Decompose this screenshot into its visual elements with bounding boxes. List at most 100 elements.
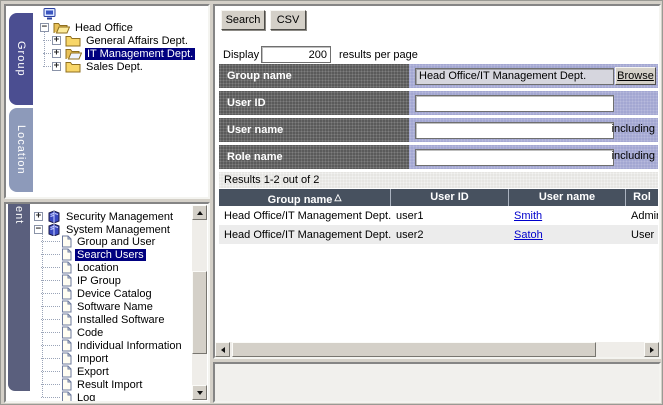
- scroll-down-button[interactable]: [192, 385, 207, 400]
- page-icon: [61, 235, 72, 248]
- status-strip-panel: [213, 362, 661, 403]
- page-icon: [61, 313, 72, 326]
- scroll-up-button[interactable]: [192, 205, 207, 220]
- page-icon: [61, 287, 72, 300]
- menu-label: Group and User: [75, 236, 157, 248]
- column-header-user-id[interactable]: User ID: [391, 189, 509, 206]
- user-name-input[interactable]: [415, 122, 614, 139]
- scroll-left-button[interactable]: [215, 342, 230, 357]
- page-icon: [61, 352, 72, 365]
- menu-label: IP Group: [75, 275, 123, 287]
- menu-item-search-users[interactable]: Search Users: [61, 248, 146, 261]
- menu-vertical-scrollbar[interactable]: [192, 205, 207, 400]
- cell-user-name: Satoh: [509, 225, 626, 244]
- triangle-up-icon: [197, 211, 203, 215]
- vertical-tab-label: ent: [13, 206, 25, 224]
- scroll-thumb[interactable]: [192, 271, 207, 354]
- table-row: Head Office/IT Management Dept. user2 Sa…: [219, 225, 658, 244]
- field-label: User ID: [219, 91, 409, 115]
- menu-label: Individual Information: [75, 340, 184, 352]
- search-button[interactable]: Search: [221, 10, 265, 30]
- menu-item-export[interactable]: Export: [61, 365, 111, 378]
- folder-open-icon: [53, 21, 70, 34]
- menu-node-security-management[interactable]: Security Management: [34, 210, 175, 223]
- tree-connector-line: [44, 29, 45, 67]
- expand-icon[interactable]: [52, 62, 61, 71]
- tree-node-sales[interactable]: Sales Dept.: [52, 60, 145, 73]
- field-value-cell: Browse: [409, 64, 658, 88]
- vertical-tab-management[interactable]: ent: [8, 204, 30, 391]
- including-label: including: [612, 150, 655, 162]
- page-icon: [61, 365, 72, 378]
- menu-label-selected: Search Users: [75, 249, 146, 261]
- menu-item-software-name[interactable]: Software Name: [61, 300, 155, 313]
- user-name-link[interactable]: Satoh: [514, 229, 543, 241]
- page-icon: [61, 248, 72, 261]
- page-icon: [61, 261, 72, 274]
- results-per-page-input[interactable]: [261, 46, 331, 63]
- tree-label: General Affairs Dept.: [84, 35, 190, 47]
- expand-icon[interactable]: [34, 212, 43, 221]
- menu-label: Import: [75, 353, 110, 365]
- tab-group-label: Group: [15, 41, 27, 77]
- table-row: Head Office/IT Management Dept. user1 Sm…: [219, 206, 658, 225]
- menu-item-log[interactable]: Log: [61, 391, 97, 403]
- triangle-down-icon: [197, 391, 203, 395]
- expand-icon[interactable]: [52, 49, 61, 58]
- menu-item-individual-information[interactable]: Individual Information: [61, 339, 184, 352]
- browse-button[interactable]: Browse: [615, 67, 656, 85]
- cell-group-name: Head Office/IT Management Dept.: [219, 206, 391, 225]
- menu-item-ip-group[interactable]: IP Group: [61, 274, 123, 287]
- column-header-role[interactable]: Rol: [626, 189, 658, 206]
- column-header-user-name[interactable]: User name: [509, 189, 626, 206]
- page-icon: [61, 274, 72, 287]
- scroll-thumb[interactable]: [232, 342, 596, 357]
- form-row-role-name: Role name including: [219, 145, 658, 169]
- column-header-group-name[interactable]: Group name△: [219, 189, 391, 206]
- menu-item-location[interactable]: Location: [61, 261, 121, 274]
- triangle-right-icon: [650, 347, 654, 353]
- collapse-icon[interactable]: [34, 225, 43, 234]
- management-book-icon: [47, 210, 61, 223]
- menu-item-device-catalog[interactable]: Device Catalog: [61, 287, 154, 300]
- menu-item-installed-software[interactable]: Installed Software: [61, 313, 166, 326]
- collapse-icon[interactable]: [40, 23, 49, 32]
- including-label: including: [612, 123, 655, 135]
- menu-label: Log: [75, 392, 97, 404]
- menu-label: Installed Software: [75, 314, 166, 326]
- user-id-input[interactable]: [415, 95, 614, 112]
- tree-root-row[interactable]: [42, 8, 60, 21]
- cell-user-id: user1: [391, 206, 509, 225]
- cell-role: Admir: [626, 206, 658, 225]
- group-name-input[interactable]: [415, 68, 614, 85]
- menu-label: Security Management: [64, 211, 175, 223]
- main-horizontal-scrollbar[interactable]: [215, 342, 659, 357]
- role-name-input[interactable]: [415, 149, 614, 166]
- menu-item-group-and-user[interactable]: Group and User: [61, 235, 157, 248]
- page-icon: [61, 300, 72, 313]
- field-label: User name: [219, 118, 409, 142]
- tree-node-it-management[interactable]: IT Management Dept.: [52, 47, 195, 60]
- user-name-link[interactable]: Smith: [514, 210, 542, 222]
- menu-item-code[interactable]: Code: [61, 326, 105, 339]
- tab-group[interactable]: Group: [9, 13, 33, 105]
- csv-button[interactable]: CSV: [270, 10, 306, 30]
- root-computer-icon: [42, 8, 57, 21]
- results-summary-bar: Results 1-2 out of 2: [219, 172, 658, 188]
- tree-node-head-office[interactable]: Head Office: [40, 21, 135, 34]
- search-users-panel: Search CSV Display results per page Grou…: [213, 4, 661, 359]
- field-label: Group name: [219, 64, 409, 88]
- management-book-icon: [47, 223, 61, 236]
- tab-location-label: Location: [15, 125, 27, 175]
- menu-item-import[interactable]: Import: [61, 352, 110, 365]
- tree-node-general-affairs[interactable]: General Affairs Dept.: [52, 34, 190, 47]
- scroll-right-button[interactable]: [644, 342, 659, 357]
- page-icon: [61, 378, 72, 391]
- menu-item-result-import[interactable]: Result Import: [61, 378, 144, 391]
- tab-location[interactable]: Location: [9, 108, 33, 192]
- folder-open-icon: [65, 47, 82, 60]
- field-label: Role name: [219, 145, 409, 169]
- form-row-user-id: User ID: [219, 91, 658, 115]
- menu-label: Result Import: [75, 379, 144, 391]
- expand-icon[interactable]: [52, 36, 61, 45]
